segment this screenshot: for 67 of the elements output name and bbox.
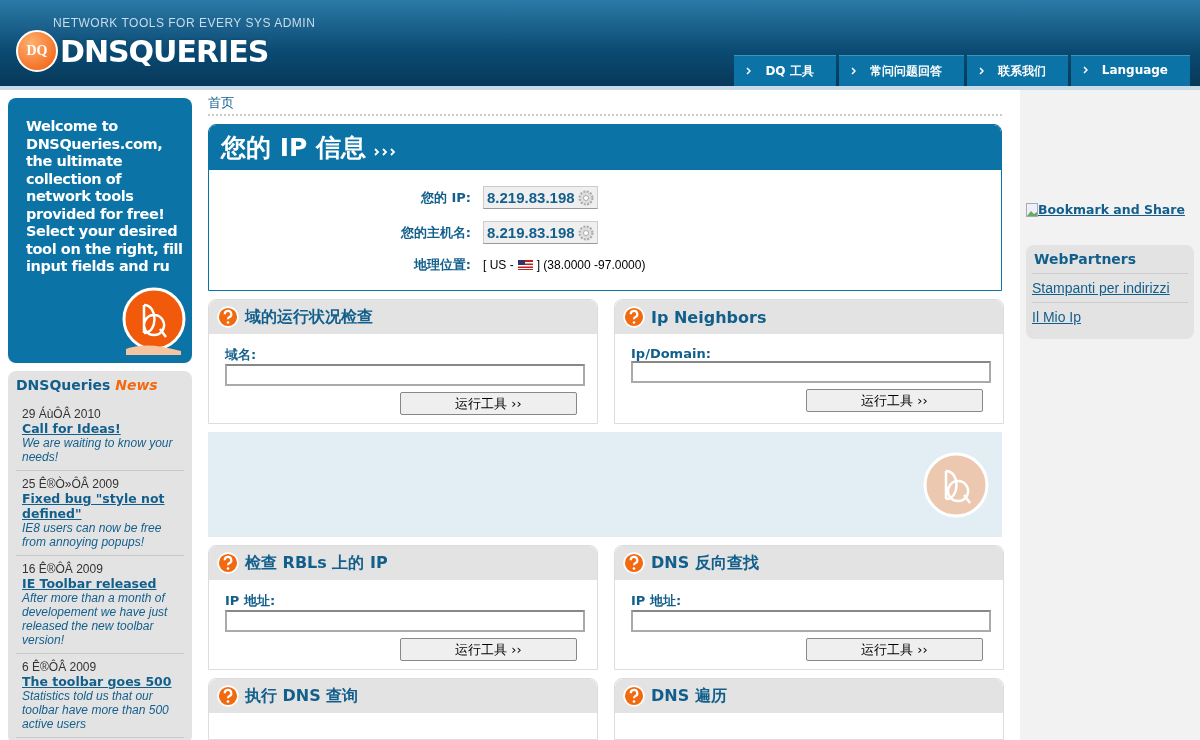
- question-icon: [217, 685, 239, 707]
- tool-title: DNS 反向查找: [651, 552, 759, 574]
- ip-value: 8.219.83.198: [487, 224, 575, 241]
- question-icon: [217, 552, 239, 574]
- logo-text[interactable]: DNSQUERIES: [60, 33, 269, 69]
- nav-link[interactable]: 常问问题回答: [838, 55, 964, 86]
- news-link[interactable]: Call for Ideas!: [22, 421, 178, 436]
- run-tool-button[interactable]: 运行工具 ››: [806, 638, 983, 661]
- news-date: 6 Ê®ÔÂ 2009: [22, 660, 98, 674]
- input-field[interactable]: [225, 610, 585, 632]
- run-tool-button[interactable]: 运行工具 ››: [400, 392, 577, 415]
- logo-watermark-icon: [922, 450, 990, 519]
- nav-link[interactable]: Language: [1070, 55, 1190, 86]
- field-label: IP 地址:: [631, 592, 683, 610]
- ip-label: 您的主机名:: [399, 223, 471, 242]
- partners-title: WebPartners: [1032, 251, 1188, 274]
- input-field[interactable]: [225, 364, 585, 386]
- input-field[interactable]: [631, 610, 991, 632]
- ip-label: 您的 IP:: [419, 188, 471, 207]
- input-field[interactable]: [631, 361, 991, 383]
- news-title: DNSQueries News: [16, 377, 159, 393]
- ip-value: 8.219.83.198: [487, 189, 575, 206]
- tagline: NETWORK TOOLS FOR EVERY SYS ADMIN: [53, 16, 316, 30]
- chevron-icon: [978, 67, 984, 75]
- country-code: [ US -: [483, 258, 514, 272]
- tool-title: 执行 DNS 查询: [245, 685, 359, 707]
- chevron-icon: [850, 67, 856, 75]
- tool-title: 检查 RBLs 上的 IP: [245, 552, 388, 574]
- chevrons-icon: [374, 148, 397, 156]
- nav-link[interactable]: DQ 工具: [734, 55, 836, 86]
- question-icon: [623, 685, 645, 707]
- news-text: IE8 users can now be free from annoying popups!: [22, 521, 163, 549]
- partner-link[interactable]: Stampanti per indirizzi: [1032, 274, 1188, 303]
- gear-icon[interactable]: [577, 189, 594, 206]
- broken-image-icon: [1026, 202, 1038, 217]
- ip-label: 地理位置:: [412, 256, 471, 274]
- tool-title: 域的运行状况检查: [245, 306, 373, 328]
- partner-link[interactable]: Il Mio Ip: [1032, 303, 1188, 331]
- field-label: Ip/Domain:: [631, 346, 712, 361]
- field-label: 域名:: [225, 346, 258, 364]
- gear-icon[interactable]: [577, 224, 594, 241]
- flag-icon: [517, 260, 533, 270]
- news-date: 25 Ê®Ò»ÔÂ 2009: [22, 477, 120, 491]
- question-icon: [623, 552, 645, 574]
- breadcrumb-link[interactable]: 首页: [208, 95, 234, 110]
- news-date: 16 Ê®ÔÂ 2009: [22, 562, 104, 576]
- news-text: Statistics told us that our toolbar have more than 500 active users: [22, 689, 170, 731]
- chevron-icon: [746, 67, 752, 75]
- tool-title: Ip Neighbors: [651, 307, 767, 327]
- chevron-icon: [1082, 66, 1088, 74]
- news-link[interactable]: Fixed bug "style not defined": [22, 491, 178, 521]
- news-text: We are waiting to know your needs!: [22, 436, 174, 464]
- news-link[interactable]: The toolbar goes 500: [22, 674, 178, 689]
- bookmark-link[interactable]: Bookmark and Share: [1026, 202, 1194, 217]
- ip-info-title: 您的 IP 信息: [209, 125, 1001, 170]
- field-label: IP 地址:: [225, 592, 277, 610]
- tool-title: DNS 遍历: [651, 685, 727, 707]
- coordinates: ] (38.0000 -97.0000): [536, 258, 646, 272]
- news-date: 29 ÁùÔÂ 2010: [22, 407, 102, 421]
- run-tool-button[interactable]: 运行工具 ››: [806, 389, 983, 412]
- welcome-text: Welcome to DNSQueries.com, the ultimate collection of network tools provided for free! Select your desired tool on the right, fill input fields and ru: [26, 118, 184, 276]
- question-icon: [623, 306, 645, 328]
- news-text: After more than a month of developement we have just released the new toolbar version!: [22, 591, 169, 647]
- news-link[interactable]: IE Toolbar released: [22, 576, 178, 591]
- nav-link[interactable]: 联系我们: [966, 55, 1068, 86]
- run-tool-button[interactable]: 运行工具 ››: [400, 638, 577, 661]
- question-icon: [217, 306, 239, 328]
